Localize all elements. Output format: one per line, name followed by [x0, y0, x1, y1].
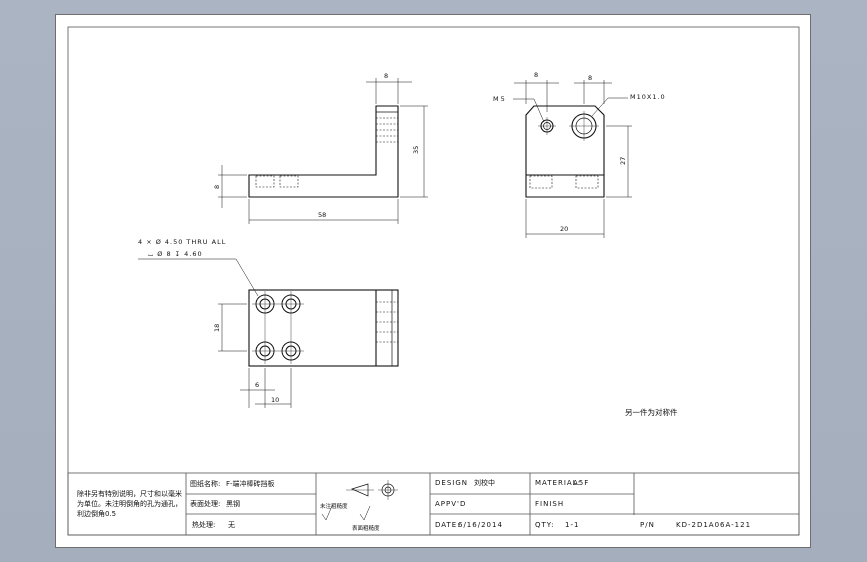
part-name-label: 图纸名称: [190, 479, 220, 488]
tech-note-line2: 为单位。未注明倒角的孔为通孔， [77, 499, 182, 508]
roughness-label: 未注粗糙度 [320, 502, 348, 510]
design-value: 刘校中 [474, 478, 495, 487]
dim-front-height: 35 [412, 146, 420, 154]
appvd-label: APPV'D [435, 500, 466, 508]
projection-symbol-icon [346, 480, 398, 500]
front-view [248, 105, 399, 198]
pn-label: P/N [640, 521, 655, 529]
material-value: A5F [573, 479, 589, 487]
callout-m10: M10X1.0 [630, 93, 666, 101]
date-value: 6/16/2014 [458, 521, 503, 529]
qty-label: QTY: [535, 521, 555, 529]
front-view-dimensions [218, 78, 428, 224]
callout-hole-line2: ⌴ Ø 8 ↧ 4.60 [148, 250, 203, 258]
bottom-view [248, 289, 399, 367]
heat-value: 无 [228, 521, 235, 529]
date-label: DATE: [435, 521, 461, 529]
dim-side-top-right: 8 [588, 74, 592, 82]
finish-label: FINISH [535, 500, 564, 508]
dim-front-top-width: 8 [384, 72, 388, 80]
tech-note-line3: 利边倒角0.5 [77, 509, 116, 518]
dim-bottom-small: 6 [255, 381, 259, 389]
callout-hole-line1: 4 × Ø 4.50 THRU ALL [138, 238, 226, 246]
symmetric-part-note: 另一件为对称件 [625, 407, 678, 417]
callout-m5: M5 [493, 95, 507, 103]
dim-side-height: 27 [619, 157, 627, 165]
design-label: DESIGN [435, 479, 468, 487]
heat-label: 热处理: [192, 520, 215, 529]
tech-note-line1: 除非另有特别说明，尺寸和以毫米 [77, 489, 182, 498]
bottom-view-dimensions [138, 258, 292, 408]
dim-side-width: 20 [560, 225, 568, 233]
surface-finish-label: 表面粗糙度 [352, 524, 380, 532]
part-name: F-端冲棒砖挡板 [226, 479, 275, 488]
surface-label: 表面处理: [190, 499, 220, 508]
qty-value: 1-1 [565, 521, 579, 529]
dim-front-length: 58 [318, 211, 326, 219]
dim-front-foot: 8 [213, 185, 221, 189]
inner-border [67, 26, 800, 536]
dim-bottom-height: 18 [213, 324, 221, 332]
surface-value: 黑钢 [226, 499, 240, 508]
side-view [525, 105, 605, 198]
side-view-dimensions [513, 80, 632, 238]
pn-value: KD-2D1A06A-121 [676, 521, 751, 529]
dim-side-top-left: 8 [534, 71, 538, 79]
engineering-drawing: 8 35 8 58 8 8 27 20 M5 M10X1.0 18 6 10 4… [67, 26, 800, 536]
dim-bottom-pitch: 10 [271, 396, 279, 404]
